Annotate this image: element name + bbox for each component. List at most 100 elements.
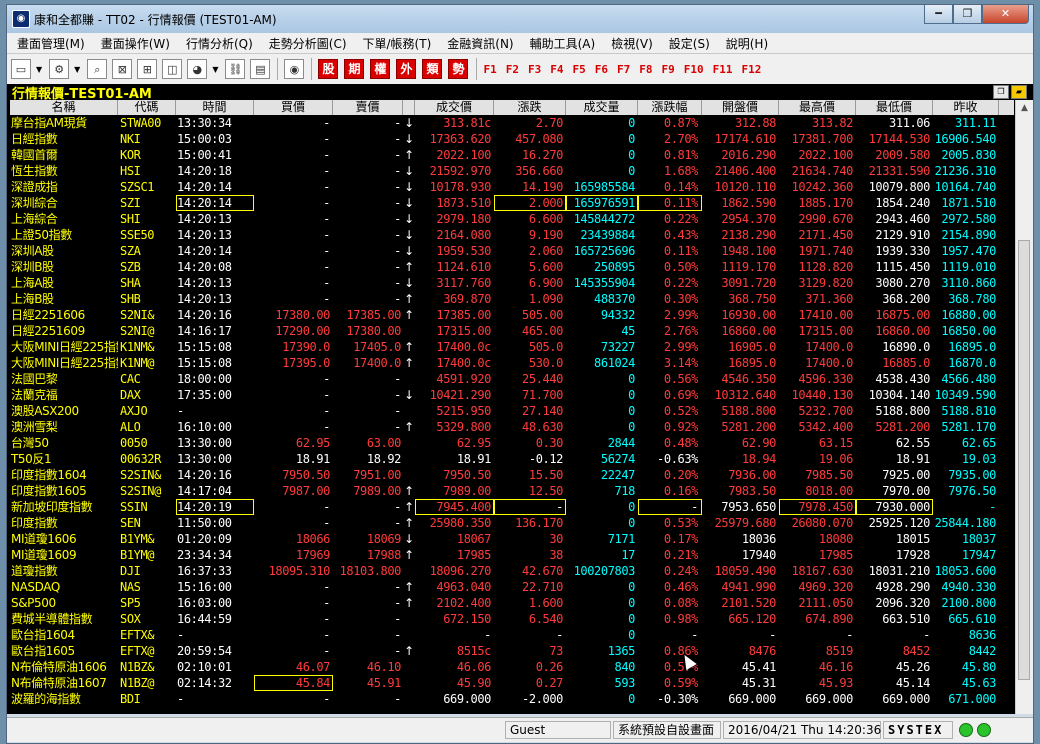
menu-help[interactable]: 說明(H) — [718, 35, 776, 52]
table-row[interactable]: 韓國首爾 KOR 15:00:41- - ↑ 2022.100 16.270 0 0.81% 20… — [10, 147, 1014, 163]
col-ask[interactable]: 賣價 — [333, 100, 403, 115]
logo-icon[interactable]: ◉ — [284, 59, 305, 79]
col-bid[interactable]: 買價 — [254, 100, 333, 115]
table-row[interactable]: 日經指數 NKI 15:00:03- - ↓ 17363.620 457.080 0 2.70%… — [10, 131, 1014, 147]
vertical-scrollbar[interactable]: ▲ — [1015, 100, 1033, 714]
f1-button[interactable]: F1 — [483, 63, 496, 76]
menu-order-account[interactable]: 下單/帳務(T) — [355, 35, 440, 52]
search-icon[interactable]: ⌕ — [87, 59, 108, 79]
table-row[interactable]: 深圳B股 SZB 14:20:08- - ↑ 1124.610 5.600 250895 0.5… — [10, 259, 1014, 275]
menu-settings[interactable]: 設定(S) — [661, 35, 718, 52]
menu-quote-analysis[interactable]: 行情分析(Q) — [178, 35, 261, 52]
maximize-button[interactable]: ❐ — [953, 5, 982, 24]
options-button[interactable]: 權 — [370, 59, 391, 79]
table-row[interactable]: 上海A股 SHA 14:20:13- - ↓ 3117.760 6.900 145355904… — [10, 275, 1014, 291]
col-change[interactable]: 漲跌 — [494, 100, 566, 115]
table-row[interactable]: 歐台指1604 EFTX& - - - - - 0 - - - - 8636 — [10, 627, 1014, 643]
menu-screen-manage[interactable]: 畫面管理(M) — [9, 35, 93, 52]
close-button[interactable]: ✕ — [982, 5, 1029, 24]
col-open[interactable]: 開盤價 — [702, 100, 779, 115]
table-row[interactable]: 上海B股 SHB 14:20:13- - ↑ 369.870 1.090 488370 0.30… — [10, 291, 1014, 307]
table-row[interactable]: 深證成指 SZSC1 14:20:14- - ↓ 10178.930 14.190 16598… — [10, 179, 1014, 195]
minimize-button[interactable]: ━ — [924, 5, 953, 24]
f4-button[interactable]: F4 — [550, 63, 563, 76]
trend-button[interactable]: 勢 — [448, 59, 469, 79]
category-button[interactable]: 類 — [422, 59, 443, 79]
menu-tools[interactable]: 輔助工具(A) — [522, 35, 604, 52]
scroll-up-icon[interactable]: ▲ — [1016, 100, 1033, 117]
table-row[interactable]: 深圳綜合 SZI 14:20:14- - ↓ 1873.510 2.000 165976591… — [10, 195, 1014, 211]
col-prev[interactable]: 昨收 — [933, 100, 999, 115]
col-high[interactable]: 最高價 — [779, 100, 856, 115]
table-row[interactable]: MI道瓊1609 B1YM@ 23:34:34 17969 17988 ↑ 17985 38 1… — [10, 547, 1014, 563]
menu-trend-chart[interactable]: 走勢分析圖(C) — [261, 35, 355, 52]
menu-screen-ops[interactable]: 畫面操作(W) — [93, 35, 178, 52]
foreign-button[interactable]: 外 — [396, 59, 417, 79]
table-row[interactable]: 恆生指數 HSI 14:20:18- - ↓ 21592.970 356.660 0 1.68%… — [10, 163, 1014, 179]
table-row[interactable]: 新加坡印度指數 SSIN 14:20:19- - ↑ 7945.400-0-7953.65… — [10, 499, 1014, 515]
chevron-down-icon[interactable]: ▼ — [36, 65, 42, 74]
table-row[interactable]: 深圳A股 SZA 14:20:14- - ↓ 1959.530 2.060 165725696… — [10, 243, 1014, 259]
f9-button[interactable]: F9 — [661, 63, 674, 76]
table-row[interactable]: S&P500 SP5 16:03:00- - ↑ 2102.400 1.600 0 0.08% 2… — [10, 595, 1014, 611]
gear-icon[interactable]: ⚙ — [49, 59, 70, 79]
f3-button[interactable]: F3 — [528, 63, 541, 76]
title-bar[interactable]: ◉ 康和全都賺 - TT02 - 行情報價 (TEST01-AM) ━ ❐ ✕ — [7, 5, 1033, 33]
col-low[interactable]: 最低價 — [856, 100, 933, 115]
col-name[interactable]: 名稱 — [10, 100, 118, 115]
layout-icon[interactable]: ◫ — [162, 59, 183, 79]
folder-icon[interactable]: ▰ — [1011, 85, 1027, 99]
f8-button[interactable]: F8 — [639, 63, 652, 76]
chevron-down-icon[interactable]: ▼ — [212, 65, 218, 74]
menu-view[interactable]: 檢視(V) — [603, 35, 661, 52]
f10-button[interactable]: F10 — [684, 63, 704, 76]
table-row[interactable]: 法蘭克福 DAX 17:35:00- - ↓ 10421.290 71.700 0 0.69% 1… — [10, 387, 1014, 403]
f2-button[interactable]: F2 — [506, 63, 519, 76]
table-row[interactable]: 印度指數 SEN 11:50:00- - ↑ 25980.350 136.170 0 0.53%… — [10, 515, 1014, 531]
table-row[interactable]: 台灣50 0050 13:30:00 62.95 63.00 62.95 0.30 2844 0… — [10, 435, 1014, 451]
table-row[interactable]: N布倫特原油1607 N1BZ@ 02:14:32 45.84 45.91 45.90 0.… — [10, 675, 1014, 691]
f5-button[interactable]: F5 — [572, 63, 585, 76]
col-volume[interactable]: 成交量 — [566, 100, 638, 115]
palette-icon[interactable]: ◕ — [187, 59, 208, 79]
table-row[interactable]: 澳洲雪梨 ALO 16:10:00- - ↑ 5329.800 48.630 0 0.92% 52… — [10, 419, 1014, 435]
f11-button[interactable]: F11 — [713, 63, 733, 76]
col-pct[interactable]: 漲跌幅 — [638, 100, 702, 115]
table-row[interactable]: 歐台指1605 EFTX@ 20:59:54- - ↑ 8515c 73 1365 0.86% 8… — [10, 643, 1014, 659]
col-time[interactable]: 時間 — [176, 100, 254, 115]
table-row[interactable]: 道瓊指數 DJI 16:37:33 18095.310 18103.800 18096.2… — [10, 563, 1014, 579]
scroll-thumb[interactable] — [1018, 240, 1030, 680]
table-row[interactable]: 大阪MINI日經225指數 K1NM& 15:15:08 17390.0 17405.0… — [10, 339, 1014, 355]
col-arrow[interactable] — [403, 100, 415, 115]
table-row[interactable]: N布倫特原油1606 N1BZ& 02:10:01 46.07 46.10 46.06 0.… — [10, 659, 1014, 675]
table-row[interactable]: 印度指數1605 S2SIN@ 14:17:04 7987.00 7989.00 ↑ 798… — [10, 483, 1014, 499]
table-row[interactable]: 摩台指AM現貨 STWA00 13:30:34- - ↓ 313.81c 2.70 0 0.87… — [10, 115, 1014, 131]
chevron-down-icon[interactable]: ▼ — [74, 65, 80, 74]
table-row[interactable]: 波羅的海指數 BDI - - - 669.000 -2.000 0 -0.30% 669.000 6… — [10, 691, 1014, 707]
close-box-icon[interactable]: ⊠ — [112, 59, 133, 79]
table-row[interactable]: MI道瓊1606 B1YM& 01:20:09 18066 18069 ↓ 18067 30 7… — [10, 531, 1014, 547]
table-row[interactable]: 大阪MINI日經225指數 K1NM@ 15:15:08 17395.0 17400.0… — [10, 355, 1014, 371]
col-last[interactable]: 成交價 — [415, 100, 494, 115]
table-row[interactable]: T50反1 00632R 13:30:00 18.91 18.92 18.91 -0.12 5… — [10, 451, 1014, 467]
table-row[interactable]: 印度指數1604 S2SIN& 14:20:16 7950.50 7951.00 7950… — [10, 467, 1014, 483]
f7-button[interactable]: F7 — [617, 63, 630, 76]
table-row[interactable]: 日經2251606 S2NI& 14:20:16 17380.00 17385.00 ↑ 1… — [10, 307, 1014, 323]
table-row[interactable]: 上海綜合 SHI 14:20:13- - ↓ 2979.180 6.600 145844272… — [10, 211, 1014, 227]
menu-finance-info[interactable]: 金融資訊(N) — [439, 35, 521, 52]
table-row[interactable]: 上證50指數 SSE50 14:20:13- - ↓ 2164.080 9.190 23439… — [10, 227, 1014, 243]
table-row[interactable]: NASDAQ NAS 15:16:00- - ↑ 4963.040 22.710 0 0.46%… — [10, 579, 1014, 595]
futures-button[interactable]: 期 — [344, 59, 365, 79]
stock-button[interactable]: 股 — [318, 59, 339, 79]
table-row[interactable]: 澳股ASX200 AXJO - - - 5215.950 27.140 0 0.52% 5188.… — [10, 403, 1014, 419]
f6-button[interactable]: F6 — [595, 63, 608, 76]
window-icon[interactable]: ▭ — [11, 59, 31, 79]
link-icon[interactable]: ⛓ — [225, 59, 246, 79]
restore-icon[interactable]: ❐ — [993, 85, 1009, 99]
table-row[interactable]: 日經2251609 S2NI@ 14:16:17 17290.00 17380.00 17… — [10, 323, 1014, 339]
grid-icon[interactable]: ⊞ — [137, 59, 158, 79]
chart-icon[interactable]: ▤ — [250, 59, 271, 79]
table-row[interactable]: 法國巴黎 CAC 18:00:00 - - 4591.920 25.440 0 0.56% 454… — [10, 371, 1014, 387]
table-row[interactable]: 費城半導體指數 SOX 16:44:59 - - 672.150 6.540 0 0.98% 66… — [10, 611, 1014, 627]
col-code[interactable]: 代碼 — [118, 100, 176, 115]
